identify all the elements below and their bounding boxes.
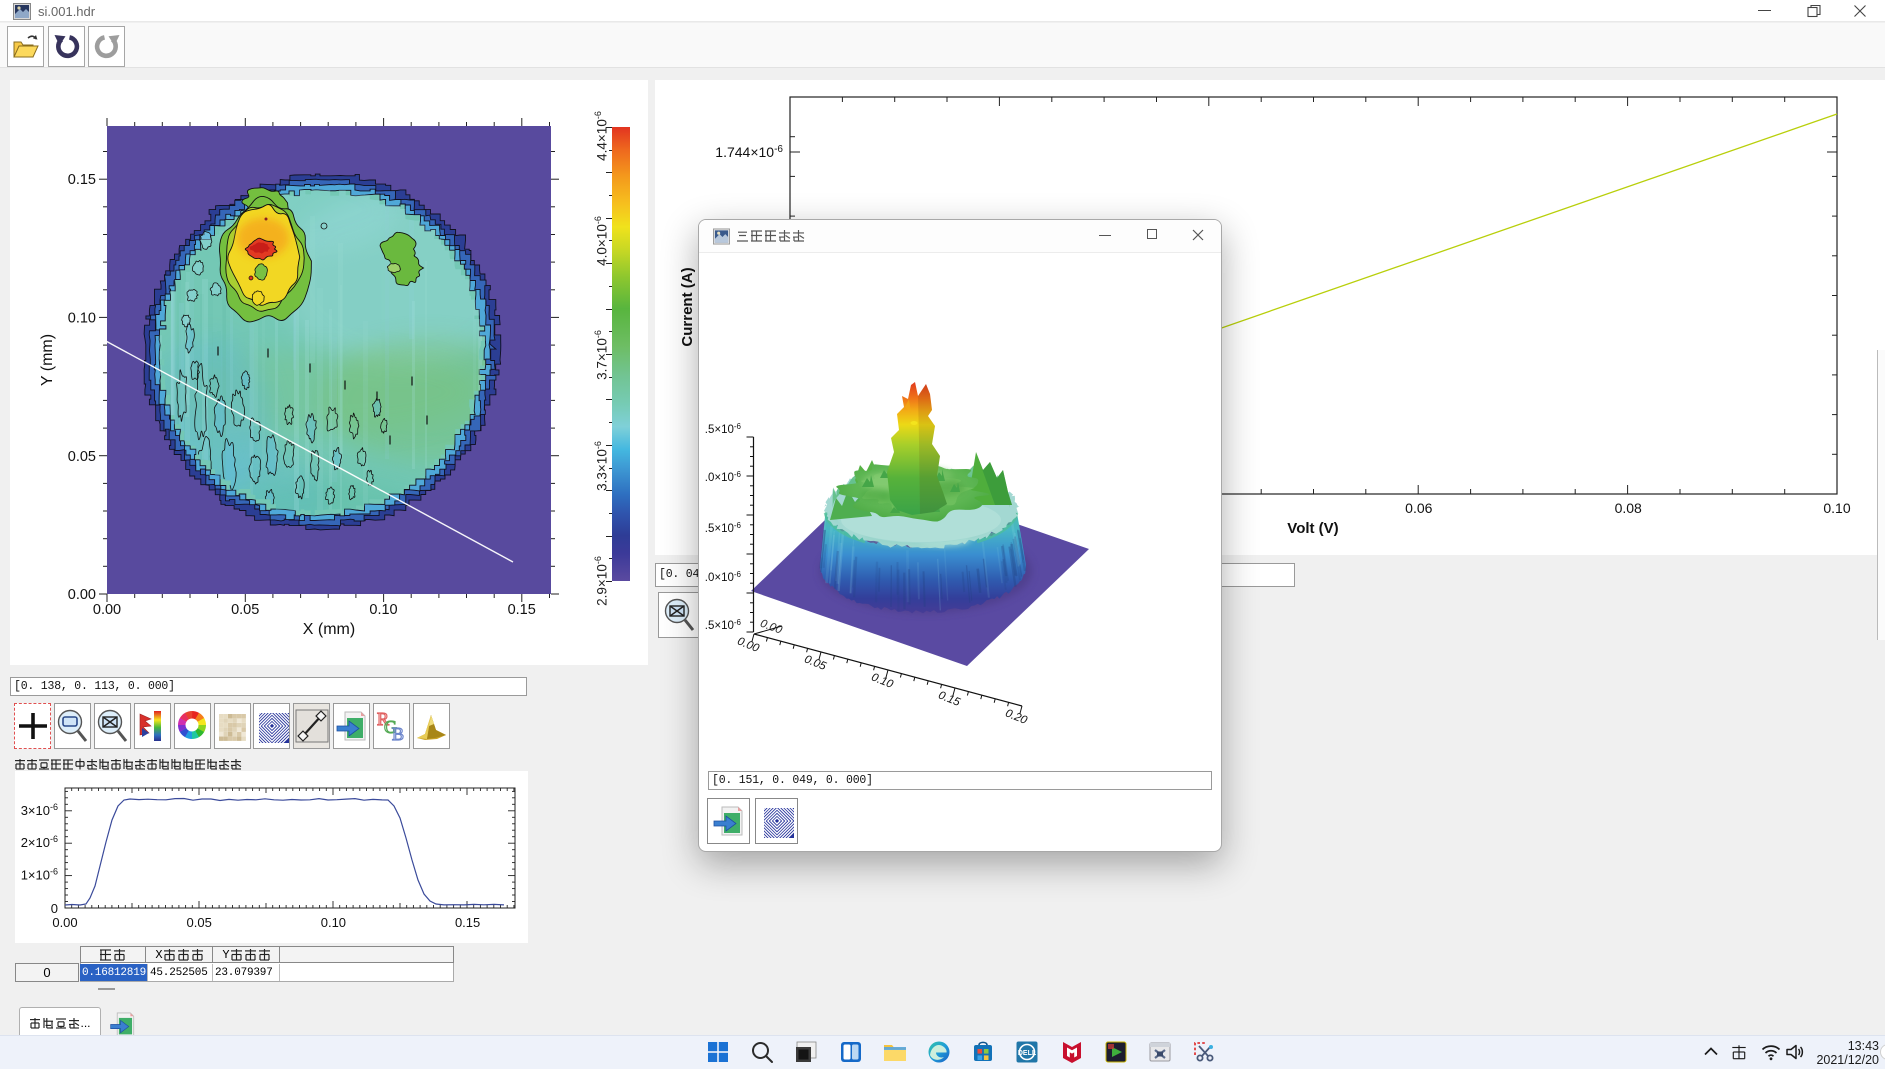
svg-text:0.10: 0.10: [369, 602, 397, 618]
svg-text:.0×10-6: .0×10-6: [705, 470, 742, 484]
svg-text:0.20: 0.20: [1003, 707, 1029, 727]
svg-text:1.744×10-6: 1.744×10-6: [715, 144, 783, 160]
svg-text:DELL: DELL: [1018, 1050, 1037, 1057]
svg-text:0.15: 0.15: [936, 689, 962, 709]
svg-text:0.00: 0.00: [735, 635, 761, 655]
svg-text:0.10: 0.10: [68, 311, 96, 327]
svg-text:0: 0: [51, 901, 58, 916]
svg-text:0.05: 0.05: [802, 653, 828, 673]
svg-text:0.15: 0.15: [455, 915, 480, 930]
svg-text:0.05: 0.05: [231, 602, 259, 618]
svg-text:0.00: 0.00: [52, 915, 77, 930]
svg-text:0.10: 0.10: [321, 915, 346, 930]
svg-text:0.10: 0.10: [869, 671, 895, 691]
svg-text:.5×10-6: .5×10-6: [705, 521, 742, 535]
svg-text:X (mm): X (mm): [303, 621, 355, 638]
svg-text:0.08: 0.08: [1615, 500, 1642, 516]
svg-text:0.05: 0.05: [68, 449, 96, 465]
svg-text:0.00: 0.00: [93, 602, 121, 618]
svg-text:0.10: 0.10: [1823, 500, 1850, 516]
svg-text:0.15: 0.15: [508, 602, 536, 618]
svg-text:.5×10-6: .5×10-6: [705, 618, 742, 632]
svg-text:0.06: 0.06: [1405, 500, 1432, 516]
svg-text:0.00: 0.00: [68, 587, 96, 603]
svg-text:.0×10-6: .0×10-6: [705, 570, 742, 584]
svg-text:0.15: 0.15: [68, 172, 96, 188]
svg-text:Current (A): Current (A): [679, 267, 696, 346]
svg-text:.5×10-6: .5×10-6: [705, 422, 742, 436]
svg-text:0.00: 0.00: [758, 618, 784, 637]
svg-text:Y (mm): Y (mm): [39, 334, 56, 386]
svg-text:Volt (V): Volt (V): [1287, 520, 1338, 537]
svg-text:0.05: 0.05: [187, 915, 212, 930]
svg-text:B: B: [392, 724, 404, 744]
